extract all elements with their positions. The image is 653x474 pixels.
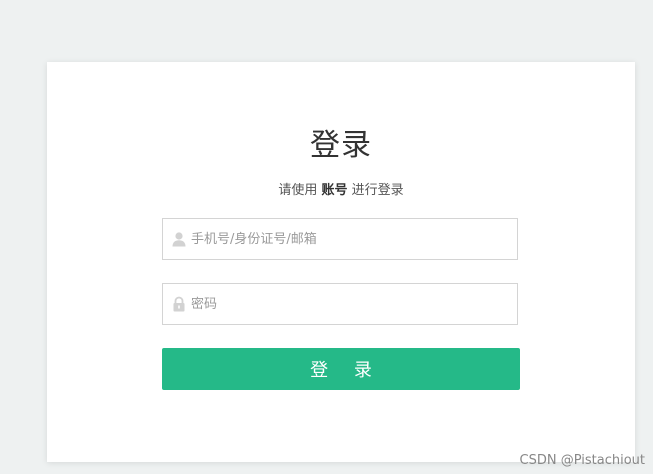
- login-card: 登录 请使用 账号 进行登录 登 录: [47, 62, 635, 462]
- password-field[interactable]: [162, 283, 518, 325]
- subtitle-prefix: 请使用: [278, 183, 322, 198]
- login-subtitle: 请使用 账号 进行登录: [47, 179, 635, 198]
- subtitle-emphasis: 账号: [321, 183, 348, 198]
- username-field[interactable]: [162, 218, 518, 260]
- login-button[interactable]: 登 录: [162, 348, 520, 390]
- user-icon: [171, 231, 187, 247]
- username-input[interactable]: [191, 219, 511, 259]
- lock-icon: [171, 296, 187, 312]
- password-input[interactable]: [191, 284, 511, 324]
- watermark: CSDN @Pistachiout: [519, 453, 646, 468]
- page-title: 登录: [310, 128, 372, 163]
- subtitle-suffix: 进行登录: [347, 183, 404, 198]
- page: 登录 请使用 账号 进行登录 登 录: [0, 0, 653, 474]
